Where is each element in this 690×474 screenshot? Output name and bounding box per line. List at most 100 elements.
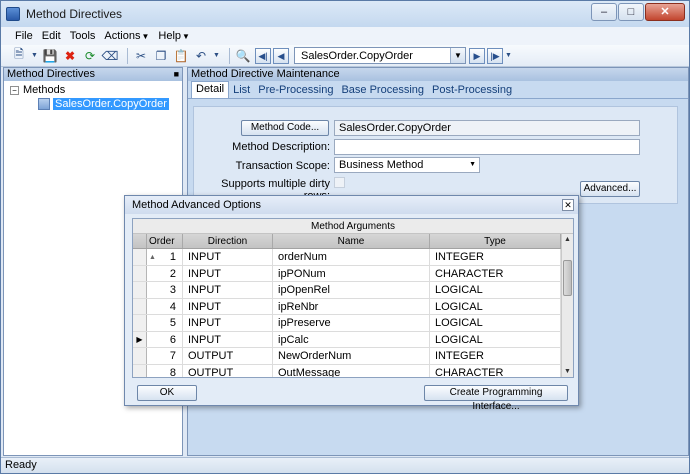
tab-list[interactable]: List: [229, 83, 254, 98]
menu-help[interactable]: Help: [158, 30, 181, 42]
tab-strip: Detail List Pre-Processing Base Processi…: [188, 81, 688, 99]
window-title: Method Directives: [26, 7, 123, 21]
clear-icon[interactable]: ⌫: [102, 48, 119, 64]
transaction-scope-value: Business Method: [339, 159, 424, 171]
delete-icon[interactable]: ✖: [62, 48, 78, 64]
close-button[interactable]: ✕: [645, 3, 685, 21]
tree-node-root[interactable]: − Methods: [10, 83, 182, 97]
left-panel-title: Method Directives: [7, 68, 96, 80]
grid-header-row: Order ▲ Direction Name Type: [133, 234, 573, 261]
menu-file[interactable]: File: [15, 30, 33, 42]
cell-name: OutMessage: [273, 364, 430, 377]
menu-actions-chevron-icon: ▼: [141, 31, 150, 41]
supports-dirty-rows-checkbox[interactable]: [334, 177, 345, 188]
cell-type: CHARACTER: [430, 364, 561, 377]
scroll-thumb[interactable]: [563, 260, 572, 296]
cell-name: NewOrderNum: [273, 348, 430, 364]
transaction-scope-select[interactable]: Business Method ▼: [334, 157, 480, 173]
minimize-button[interactable]: –: [591, 3, 617, 21]
record-selector[interactable]: SalesOrder.CopyOrder ▼: [294, 47, 466, 64]
maximize-button[interactable]: □: [618, 3, 644, 21]
column-header-order[interactable]: Order ▲: [147, 234, 183, 261]
collapse-icon[interactable]: −: [10, 85, 19, 95]
column-header-type[interactable]: Type: [430, 234, 561, 248]
paste-icon[interactable]: 📋: [173, 48, 189, 64]
row-selector[interactable]: [133, 265, 147, 281]
table-row[interactable]: 3 INPUT ipOpenRel LOGICAL: [133, 282, 573, 299]
method-code-field[interactable]: SalesOrder.CopyOrder: [334, 120, 640, 136]
tab-post-processing[interactable]: Post-Processing: [428, 83, 516, 98]
title-bar[interactable]: Method Directives – □ ✕: [1, 1, 689, 27]
menu-actions[interactable]: Actions: [104, 30, 140, 42]
advanced-button[interactable]: Advanced...: [580, 181, 640, 197]
scroll-down-icon[interactable]: ▼: [562, 366, 573, 377]
table-row[interactable]: 1 INPUT orderNum INTEGER: [133, 249, 573, 266]
dialog-close-icon[interactable]: ✕: [562, 199, 574, 211]
new-document-icon[interactable]: 🗎: [11, 47, 27, 64]
cell-type: LOGICAL: [430, 331, 561, 347]
status-text: Ready: [5, 459, 37, 471]
last-record-icon[interactable]: |▶: [487, 47, 503, 64]
tree-node-child[interactable]: SalesOrder.CopyOrder: [38, 97, 182, 111]
column-header-name[interactable]: Name: [273, 234, 430, 248]
cell-order: 4: [147, 298, 183, 314]
column-header-direction[interactable]: Direction: [183, 234, 273, 248]
previous-record-icon[interactable]: ◀: [273, 47, 289, 64]
row-selector[interactable]: [133, 348, 147, 364]
row-selector[interactable]: [133, 315, 147, 331]
cell-order: 8: [147, 364, 183, 377]
cut-icon[interactable]: ✂: [133, 48, 149, 64]
row-selector[interactable]: [133, 249, 147, 265]
next-record-icon[interactable]: ▶: [469, 47, 485, 64]
table-row[interactable]: 8 OUTPUT OutMessage CHARACTER: [133, 364, 573, 377]
current-row-arrow-icon[interactable]: ▶: [133, 331, 147, 347]
menu-tools[interactable]: Tools: [70, 30, 96, 42]
cell-order: 5: [147, 315, 183, 331]
row-selector[interactable]: [133, 298, 147, 314]
cell-type: LOGICAL: [430, 282, 561, 298]
right-panel-title: Method Directive Maintenance: [191, 68, 340, 80]
dialog-title-bar[interactable]: Method Advanced Options ✕: [125, 196, 578, 214]
table-row-current[interactable]: ▶ 6 INPUT ipCalc LOGICAL: [133, 331, 573, 348]
toolbar-separator: [127, 47, 128, 64]
chevron-down-icon[interactable]: ▼: [450, 48, 465, 63]
record-selector-value: SalesOrder.CopyOrder: [301, 49, 413, 62]
copy-icon[interactable]: ❐: [153, 48, 169, 64]
table-row[interactable]: 2 INPUT ipPONum CHARACTER: [133, 265, 573, 282]
tree-child-label[interactable]: SalesOrder.CopyOrder: [53, 98, 169, 110]
first-record-icon[interactable]: ◀|: [255, 47, 271, 64]
tab-base-processing[interactable]: Base Processing: [337, 83, 428, 98]
binoculars-search-icon[interactable]: 🔍: [235, 48, 251, 64]
undo-dropdown-chevron-icon[interactable]: ▼: [213, 48, 220, 64]
cell-type: INTEGER: [430, 348, 561, 364]
grid-vertical-scrollbar[interactable]: ▲ ▼: [561, 234, 573, 377]
table-row[interactable]: 5 INPUT ipPreserve LOGICAL: [133, 315, 573, 332]
left-panel-header: Method Directives ■: [4, 68, 182, 81]
method-code-button[interactable]: Method Code...: [241, 120, 329, 136]
create-programming-interface-button[interactable]: Create Programming Interface...: [424, 385, 568, 412]
method-description-field[interactable]: [334, 139, 640, 155]
ok-button[interactable]: OK: [137, 385, 197, 401]
scroll-up-icon[interactable]: ▲: [562, 234, 573, 246]
refresh-icon[interactable]: ⟳: [82, 48, 98, 64]
row-selector[interactable]: [133, 364, 147, 377]
cell-direction: INPUT: [183, 298, 273, 314]
cell-direction: OUTPUT: [183, 364, 273, 377]
tree-root-label: Methods: [23, 84, 66, 96]
cell-direction: INPUT: [183, 265, 273, 281]
pin-icon[interactable]: ■: [174, 68, 179, 81]
chevron-down-icon[interactable]: ▼: [469, 158, 476, 172]
table-row[interactable]: 7 OUTPUT NewOrderNum INTEGER: [133, 348, 573, 365]
table-row[interactable]: 4 INPUT ipReNbr LOGICAL: [133, 298, 573, 315]
tab-detail[interactable]: Detail: [191, 81, 230, 98]
row-selector[interactable]: [133, 282, 147, 298]
menu-edit[interactable]: Edit: [42, 30, 61, 42]
toolbar: 🗎 ▼ 💾 ✖ ⟳ ⌫ ✂ ❐ 📋 ↶ ▼ 🔍 ◀| ◀ SalesOrder.…: [1, 45, 689, 67]
right-panel-header: Method Directive Maintenance: [188, 68, 688, 81]
toolbar-overflow-chevron-icon[interactable]: ▼: [505, 48, 512, 64]
save-icon[interactable]: 💾: [42, 48, 58, 64]
undo-icon[interactable]: ↶: [193, 48, 209, 64]
menu-help-chevron-icon: ▼: [182, 31, 190, 41]
new-dropdown-chevron-icon[interactable]: ▼: [31, 48, 38, 64]
tab-pre-processing[interactable]: Pre-Processing: [254, 83, 337, 98]
